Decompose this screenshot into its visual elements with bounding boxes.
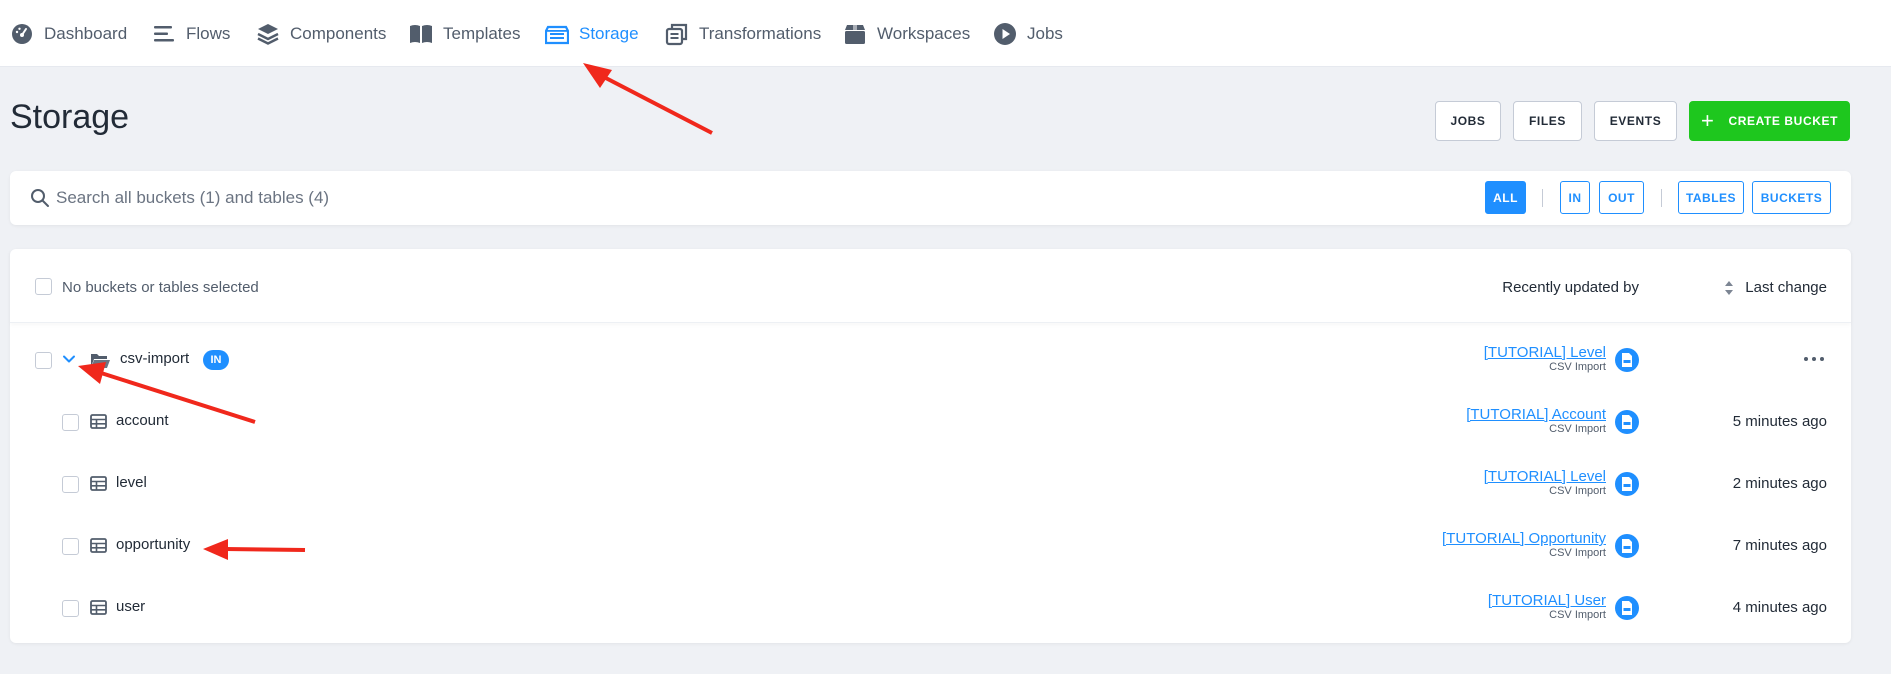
updated-by-component: CSV Import xyxy=(1549,485,1606,497)
last-change: 2 minutes ago xyxy=(1732,475,1827,492)
row-checkbox[interactable] xyxy=(35,352,52,369)
page-title: Storage xyxy=(10,98,130,136)
csv-import-icon xyxy=(1615,596,1639,620)
nav-item-workspaces[interactable]: Workspaces xyxy=(843,20,970,48)
events-button[interactable]: EVENTS xyxy=(1594,101,1677,141)
search-icon xyxy=(31,189,49,207)
updated-by-component: CSV Import xyxy=(1549,361,1606,373)
table-name[interactable]: level xyxy=(116,474,147,491)
bucket-row[interactable]: csv-import IN [TUTORIAL] Level CSV Impor… xyxy=(10,330,1851,392)
nav-label: Jobs xyxy=(1027,24,1063,43)
nav-label: Components xyxy=(290,24,387,43)
folder-open-icon xyxy=(91,354,110,368)
csv-import-icon xyxy=(1615,534,1639,558)
transform-icon xyxy=(665,23,688,46)
table-icon xyxy=(90,538,107,553)
book-icon xyxy=(410,25,432,43)
updated-by: [TUTORIAL] User CSV Import xyxy=(1488,592,1606,622)
last-change-header[interactable]: Last change xyxy=(1745,279,1827,296)
table-row[interactable]: opportunity [TUTORIAL] Opportunity CSV I… xyxy=(10,516,1851,578)
files-button[interactable]: FILES xyxy=(1513,101,1582,141)
row-checkbox[interactable] xyxy=(62,600,79,617)
row-checkbox[interactable] xyxy=(62,414,79,431)
row-checkbox[interactable] xyxy=(62,538,79,555)
updated-by-link[interactable]: [TUTORIAL] Level xyxy=(1484,468,1606,485)
table-row[interactable]: level [TUTORIAL] Level CSV Import 2 minu… xyxy=(10,454,1851,516)
filter-buckets-button[interactable]: BUCKETS xyxy=(1752,181,1831,214)
last-change: 7 minutes ago xyxy=(1732,537,1827,554)
nav-item-templates[interactable]: Templates xyxy=(409,20,520,48)
filter-all-button[interactable]: ALL xyxy=(1485,181,1526,214)
updated-by: [TUTORIAL] Level CSV Import xyxy=(1484,344,1606,374)
box-icon xyxy=(845,25,865,44)
bucket-name[interactable]: csv-import xyxy=(120,350,189,367)
plus-icon: + xyxy=(1700,108,1715,133)
updated-by-link[interactable]: [TUTORIAL] User xyxy=(1488,592,1606,609)
annotation-arrow-storage xyxy=(583,63,713,135)
sort-icon[interactable] xyxy=(1724,280,1734,296)
nav-label: Storage xyxy=(579,24,639,43)
table-icon xyxy=(90,600,107,615)
table-name[interactable]: user xyxy=(116,598,145,615)
updated-by: [TUTORIAL] Account CSV Import xyxy=(1466,406,1606,436)
csv-import-icon xyxy=(1615,410,1639,434)
updated-by-link[interactable]: [TUTORIAL] Opportunity xyxy=(1442,530,1606,547)
nav-item-dashboard[interactable]: Dashboard xyxy=(10,20,127,48)
table-name[interactable]: opportunity xyxy=(116,536,190,553)
flows-icon xyxy=(154,26,174,42)
table-row[interactable]: account [TUTORIAL] Account CSV Import 5 … xyxy=(10,392,1851,454)
last-change: 5 minutes ago xyxy=(1732,413,1827,430)
filter-tables-button[interactable]: TABLES xyxy=(1678,181,1744,214)
updated-by-link[interactable]: [TUTORIAL] Level xyxy=(1484,344,1606,361)
create-bucket-label: CREATE BUCKET xyxy=(1728,114,1839,128)
updated-by-component: CSV Import xyxy=(1549,423,1606,435)
nav-item-jobs[interactable]: Jobs xyxy=(993,20,1063,48)
storage-icon xyxy=(545,25,569,45)
top-navigation: Dashboard Flows Components Templates Sto… xyxy=(0,0,1891,67)
updated-by-component: CSV Import xyxy=(1549,609,1606,621)
csv-import-icon xyxy=(1615,348,1639,372)
nav-label: Transformations xyxy=(699,24,822,43)
last-change: 4 minutes ago xyxy=(1732,599,1827,616)
nav-item-storage[interactable]: Storage xyxy=(545,20,639,48)
nav-label: Flows xyxy=(186,24,231,43)
nav-label: Workspaces xyxy=(877,24,971,43)
filter-out-button[interactable]: OUT xyxy=(1599,181,1644,214)
storage-table: No buckets or tables selected Recently u… xyxy=(10,249,1851,643)
table-row[interactable]: user [TUTORIAL] User CSV Import 4 minute… xyxy=(10,578,1851,640)
table-header: No buckets or tables selected Recently u… xyxy=(10,249,1851,323)
table-icon xyxy=(90,414,107,429)
csv-import-icon xyxy=(1615,472,1639,496)
row-checkbox[interactable] xyxy=(62,476,79,493)
nav-label: Templates xyxy=(443,24,521,43)
layers-icon xyxy=(257,24,279,45)
jobs-button[interactable]: JOBS xyxy=(1435,101,1501,141)
play-icon xyxy=(994,23,1016,45)
search-input[interactable] xyxy=(56,181,956,215)
updated-by-component: CSV Import xyxy=(1549,547,1606,559)
updated-by-link[interactable]: [TUTORIAL] Account xyxy=(1466,406,1606,423)
nav-item-transformations[interactable]: Transformations xyxy=(665,20,821,48)
nav-item-components[interactable]: Components xyxy=(256,20,386,48)
filter-divider xyxy=(1661,189,1662,207)
search-bar: ALL IN OUT TABLES BUCKETS xyxy=(10,171,1851,225)
filter-divider xyxy=(1542,189,1543,207)
recently-updated-header: Recently updated by xyxy=(1502,279,1639,296)
table-name[interactable]: account xyxy=(116,412,169,429)
chevron-down-icon[interactable] xyxy=(62,352,76,366)
selection-status: No buckets or tables selected xyxy=(62,279,259,296)
more-options-icon[interactable] xyxy=(1803,350,1825,368)
gauge-icon xyxy=(12,24,32,44)
select-all-checkbox[interactable] xyxy=(35,278,52,295)
table-icon xyxy=(90,476,107,491)
filter-in-button[interactable]: IN xyxy=(1560,181,1590,214)
create-bucket-button[interactable]: + CREATE BUCKET xyxy=(1689,101,1850,141)
nav-item-flows[interactable]: Flows xyxy=(152,20,230,48)
stage-badge: IN xyxy=(203,350,229,370)
nav-label: Dashboard xyxy=(44,24,128,43)
updated-by: [TUTORIAL] Level CSV Import xyxy=(1484,468,1606,498)
updated-by: [TUTORIAL] Opportunity CSV Import xyxy=(1442,530,1606,560)
